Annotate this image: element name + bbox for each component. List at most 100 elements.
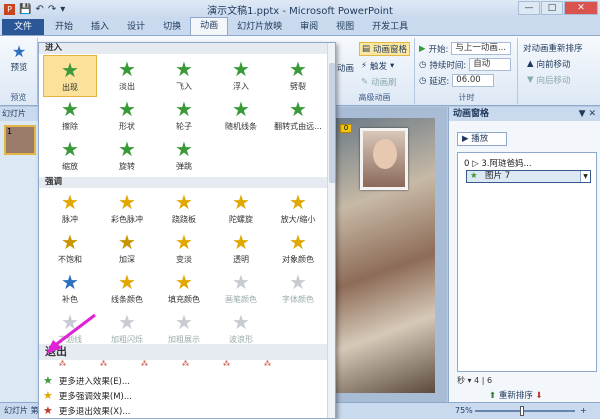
tab-animations[interactable]: 动画 — [190, 17, 229, 35]
effect-entrance-0[interactable]: ★ 出现 — [43, 55, 97, 97]
effect-emphasis-7[interactable]: ★ 变淡 — [157, 228, 211, 270]
delay-input[interactable]: 06.00 — [452, 74, 495, 87]
effect-entrance-11[interactable]: ★ 旋转 — [100, 135, 154, 177]
entrance-star-icon: ★ — [470, 171, 478, 181]
effect-emphasis-1[interactable]: ★ 彩色脉冲 — [100, 188, 154, 230]
tab-developer[interactable]: 开发工具 — [363, 19, 417, 35]
save-icon[interactable]: 💾 — [19, 4, 31, 15]
more-effects-star-icon: ★ — [43, 389, 53, 402]
zoom-level[interactable]: 75% — [455, 403, 473, 419]
chevron-down-icon[interactable]: ▼ — [580, 171, 590, 182]
up-arrow-icon[interactable]: ⬆ — [489, 391, 496, 401]
effect-entrance-3[interactable]: ★ 浮入 — [214, 55, 268, 97]
effect-entrance-5[interactable]: ★ 擦除 — [43, 95, 97, 137]
animation-pane-button[interactable]: ▤ 动画窗格 — [359, 42, 411, 56]
animation-pane-header: 动画窗格 ▼ ✕ — [449, 107, 600, 121]
effect-entrance-7[interactable]: ★ 轮子 — [157, 95, 211, 137]
effect-label: 字体颜色 — [282, 295, 314, 304]
list-item[interactable]: 0 ▷ 3.阿琏爸妈... — [464, 157, 532, 169]
move-earlier-button[interactable]: ▲ 向前移动 — [527, 58, 571, 70]
slide-number: 1 — [7, 127, 13, 136]
effect-star-icon: ★ — [61, 97, 79, 121]
effect-emphasis-6[interactable]: ★ 加深 — [100, 228, 154, 270]
effect-label: 不饱和 — [58, 255, 82, 264]
tab-transitions[interactable]: 切换 — [154, 19, 190, 35]
effect-emphasis-5[interactable]: ★ 不饱和 — [43, 228, 97, 270]
close-button[interactable]: ✕ — [564, 1, 598, 15]
minimize-button[interactable]: — — [518, 1, 540, 15]
effect-emphasis-8[interactable]: ★ 透明 — [214, 228, 268, 270]
effect-label: 随机线条 — [225, 122, 257, 131]
list-item-selected[interactable]: ★ 图片 7 ▼ — [466, 170, 591, 183]
effect-emphasis-12[interactable]: ★ 填充颜色 — [157, 268, 211, 310]
tab-design[interactable]: 设计 — [118, 19, 154, 35]
effect-emphasis-2[interactable]: ★ 跷跷板 — [157, 188, 211, 230]
duration-row: ◷ 持续时间: 自动 — [419, 58, 512, 71]
star-preview-icon: ★ — [11, 42, 27, 61]
gallery-scrollbar[interactable] — [327, 43, 335, 418]
effect-star-icon: ★ — [175, 190, 193, 214]
tab-insert[interactable]: 插入 — [82, 19, 118, 35]
effect-emphasis-9[interactable]: ★ 对象颜色 — [271, 228, 325, 270]
tab-slideshow[interactable]: 幻灯片放映 — [228, 19, 291, 35]
entrance-header: 进入 — [39, 43, 327, 54]
effect-entrance-8[interactable]: ★ 随机线条 — [214, 95, 268, 137]
effect-entrance-12[interactable]: ★ 弹跳 — [157, 135, 211, 177]
animation-painter-button[interactable]: ✎ 动画刷 — [361, 76, 397, 88]
effect-entrance-1[interactable]: ★ 淡出 — [100, 55, 154, 97]
effect-emphasis-10[interactable]: ★ 补色 — [43, 268, 97, 310]
more-effects-label: 更多进入效果(E)... — [58, 376, 130, 387]
effect-emphasis-3[interactable]: ★ 陀螺旋 — [214, 188, 268, 230]
effect-entrance-10[interactable]: ★ 缩放 — [43, 135, 97, 177]
move-later-button[interactable]: ▼ 向后移动 — [527, 74, 571, 86]
zoom-slider-handle[interactable] — [520, 406, 524, 416]
preview-label: 预览 — [10, 63, 28, 73]
tab-view[interactable]: 视图 — [327, 19, 363, 35]
effect-label: 陀螺旋 — [229, 215, 253, 224]
duration-input[interactable]: 自动 — [469, 58, 512, 71]
advanced-group-label: 高级动画 — [358, 93, 391, 102]
effect-label: 浮入 — [233, 82, 249, 91]
play-button[interactable]: ▶ 播放 — [457, 132, 507, 146]
play-label: 播放 — [471, 134, 489, 144]
zoom-in-button[interactable]: + — [580, 403, 587, 419]
effect-entrance-2[interactable]: ★ 飞入 — [157, 55, 211, 97]
customize-qa-icon[interactable]: ▾ — [60, 4, 65, 15]
list-item-label: 图片 7 — [485, 171, 511, 181]
trigger-button[interactable]: ⚡ 触发 ▾ — [361, 60, 394, 72]
effect-emphasis-13: ★ 画笔颜色 — [214, 268, 268, 310]
reorder-title: 对动画重新排序 — [523, 44, 583, 54]
redo-icon[interactable]: ↷ — [48, 4, 56, 15]
more-effects-item[interactable]: ★ 更多进入效果(E)... — [43, 374, 130, 387]
effect-emphasis-11[interactable]: ★ 线条颜色 — [100, 268, 154, 310]
effect-star-icon: ★ — [118, 310, 136, 334]
effect-label: 透明 — [233, 255, 249, 264]
pane-close-button[interactable]: ▼ ✕ — [579, 107, 596, 121]
preview-button[interactable]: ★ 预览 — [4, 42, 34, 73]
more-effects-item[interactable]: ★ 更多退出效果(X)... — [43, 404, 130, 417]
zoom-slider[interactable] — [475, 410, 575, 412]
timeline-ruler[interactable]: 秒 ▾ 4 | 6 — [457, 375, 597, 385]
more-effects-item[interactable]: ★ 更多强调效果(M)... — [43, 389, 132, 402]
effect-star-icon: ★ — [61, 230, 79, 254]
slides-tab[interactable]: 幻灯片 — [0, 107, 40, 121]
maximize-button[interactable]: □ — [541, 1, 563, 15]
down-arrow-icon[interactable]: ⬇ — [536, 391, 543, 401]
tab-review[interactable]: 审阅 — [291, 19, 327, 35]
portrait-face — [373, 139, 397, 169]
delay-row: ◷ 延迟: 06.00 — [419, 74, 495, 87]
portrait-picture[interactable] — [360, 128, 408, 190]
effect-entrance-6[interactable]: ★ 形状 — [100, 95, 154, 137]
effect-entrance-9[interactable]: ★ 翻转式由远... — [271, 95, 325, 137]
effect-emphasis-0[interactable]: ★ 脉冲 — [43, 188, 97, 230]
add-animation-button[interactable]: 动画 — [337, 62, 354, 74]
start-select[interactable]: 与上一动画... — [451, 42, 512, 55]
undo-icon[interactable]: ↶ — [35, 4, 43, 15]
clock-icon: ◷ — [419, 59, 427, 70]
gallery-scroll-thumb[interactable] — [329, 63, 335, 183]
effect-emphasis-4[interactable]: ★ 放大/缩小 — [271, 188, 325, 230]
tab-file[interactable]: 文件 — [2, 19, 45, 35]
effect-entrance-4[interactable]: ★ 劈裂 — [271, 55, 325, 97]
slide-thumbnail[interactable]: 1 — [4, 125, 36, 155]
tab-home[interactable]: 开始 — [46, 19, 82, 35]
